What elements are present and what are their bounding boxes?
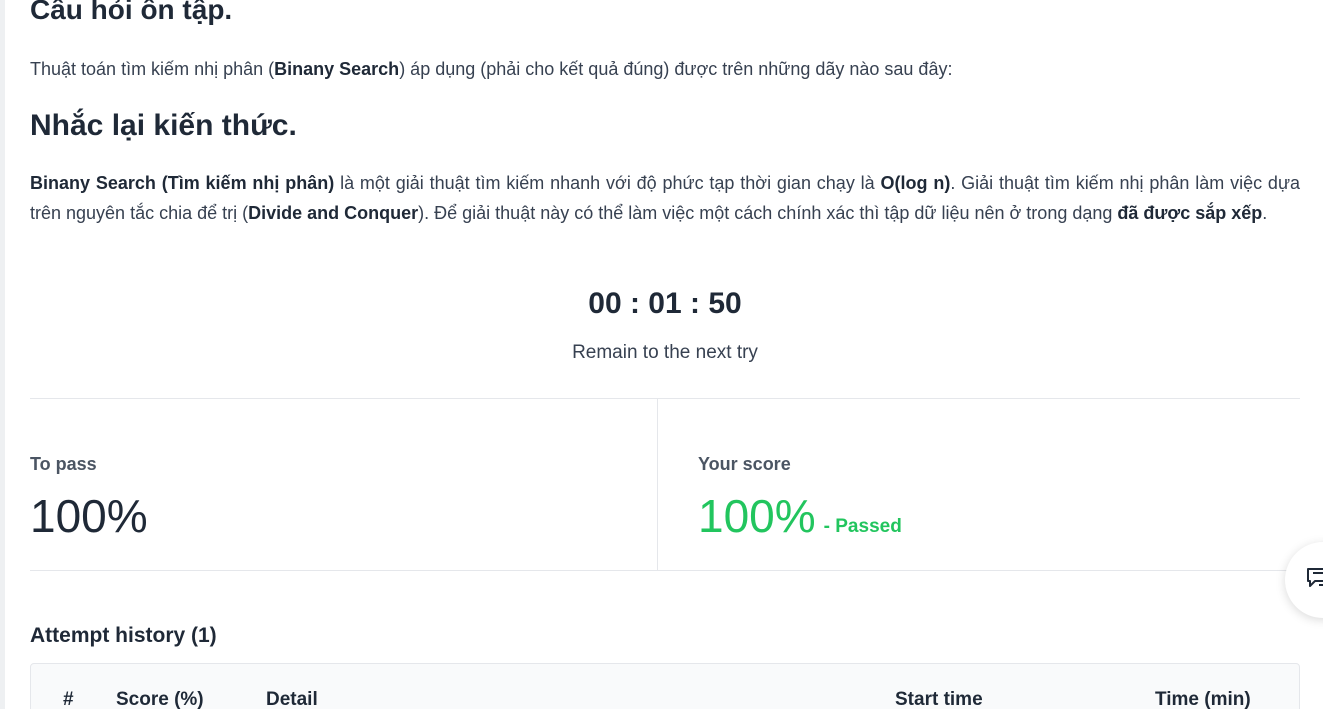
feedback-button[interactable] — [1285, 542, 1323, 618]
knowledge-title: Nhắc lại kiến thức. — [30, 109, 297, 142]
knowledge-requirement: đã được sắp xếp — [1117, 203, 1263, 223]
knowledge-complexity: O(log n) — [880, 173, 951, 193]
divider — [30, 398, 1300, 399]
column-header-score: Score (%) — [116, 689, 204, 709]
question-text-after: ) áp dụng (phải cho kết quả đúng) được t… — [399, 59, 953, 79]
score-label: Your score — [698, 454, 791, 474]
knowledge-text: ). Để giải thuật này có thể làm việc một… — [418, 203, 1118, 223]
column-header-time: Time (min) — [1155, 689, 1251, 709]
knowledge-principle: Divide and Conquer — [248, 203, 419, 223]
page-title: Câu hỏi ôn tập. — [30, 0, 233, 25]
score-block: 100% - Passed — [698, 488, 902, 555]
to-pass-value: 100% — [30, 490, 148, 542]
question-text: Thuật toán tìm kiếm nhị phân (Binany Sea… — [30, 56, 952, 82]
attempt-history-table-header: # Score (%) Detail Start time Time (min) — [30, 663, 1300, 709]
to-pass-label: To pass — [30, 454, 97, 474]
column-header-start-time: Start time — [895, 689, 983, 709]
question-text-before: Thuật toán tìm kiếm nhị phân ( — [30, 59, 275, 79]
knowledge-text: . — [1262, 203, 1268, 223]
knowledge-paragraph: Binany Search (Tìm kiếm nhị phân) là một… — [30, 168, 1300, 228]
score-status: - Passed — [823, 516, 902, 537]
stats-divider — [657, 399, 658, 570]
knowledge-text: là một giải thuật tìm kiếm nhanh với độ … — [334, 173, 881, 193]
knowledge-term: Binany Search (Tìm kiếm nhị phân) — [30, 173, 335, 193]
attempt-history-title: Attempt history (1) — [30, 624, 217, 647]
score-value: 100% — [698, 490, 816, 542]
countdown-timer: 00 : 01 : 50 — [588, 287, 742, 320]
divider — [30, 570, 1300, 571]
timer-caption: Remain to the next try — [572, 342, 758, 363]
column-header-index: # — [63, 689, 74, 709]
feedback-icon — [1307, 568, 1323, 587]
question-text-bold: Binany Search — [274, 59, 400, 79]
left-border — [0, 0, 5, 709]
column-header-detail: Detail — [266, 689, 318, 709]
